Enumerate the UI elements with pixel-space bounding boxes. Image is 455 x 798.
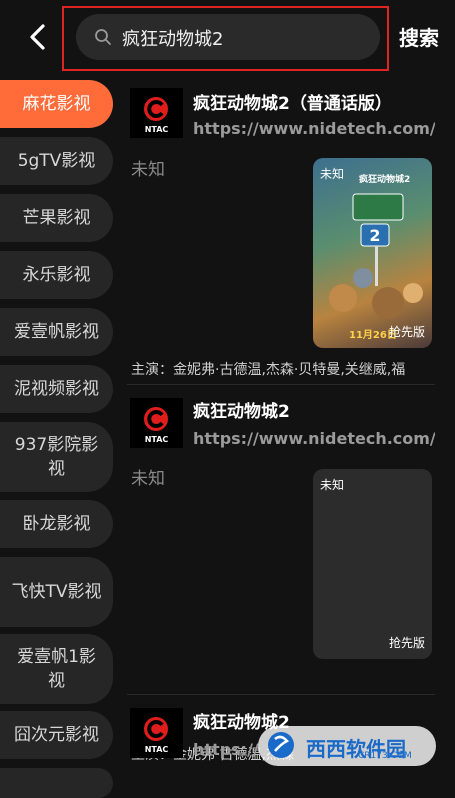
sidebar-item-937[interactable]: 937影院影视 [0,422,113,492]
poster-badge: 抢先版 [388,325,425,339]
search-button[interactable]: 搜索 [399,22,439,51]
sidebar-item-label: 囧次元影视 [14,725,99,745]
search-highlight-frame [62,6,389,71]
result-poster[interactable]: 2 未知 疯狂动物城2 11月26日 抢先版 [313,158,432,348]
sidebar-item-mahua[interactable]: 麻花影视 [0,80,113,128]
source-logo: NTAC [130,88,183,138]
result-url: https://www.nidetech.com/ [193,119,435,138]
result-divider [127,384,435,385]
sidebar-item-ni[interactable]: 泥视频影视 [0,365,113,413]
watermark-subtext: CR173.COM [358,751,412,761]
sidebar-item-label: 5gTV影视 [17,151,96,171]
result-divider [127,694,435,695]
sidebar-item-label: 泥视频影视 [14,379,99,399]
result-title: 疯狂动物城2 [193,402,290,422]
sidebar-item-feikuai[interactable]: 飞快TV影视 [0,557,113,627]
site-watermark: 西西软件园 CR173.COM [258,726,436,766]
result-year: 未知 [131,469,165,489]
result-url: https://www.nidetech.com/ [193,429,435,448]
logo-text: NTAC [144,435,169,444]
source-logo: NTAC [130,398,183,448]
sidebar-item-label: 爱壹帆影视 [14,322,99,342]
svg-text:2: 2 [369,226,380,245]
sidebar-item-iyf[interactable]: 爱壹帆影视 [0,308,113,356]
sidebar-item-wolong[interactable]: 卧龙影视 [0,500,113,548]
sidebar-item-jiong[interactable]: 囧次元影视 [0,711,113,759]
result-poster[interactable]: 未知 抢先版 [313,469,432,659]
logo-text: NTAC [144,125,169,134]
poster-tag: 未知 [320,478,345,492]
sidebar-item-label: 芒果影视 [22,208,91,228]
sidebar-item-label: 卧龙影视 [22,514,91,534]
result-cast: 主演：金妮弗·古德温,杰森·贝特曼,关继威,福 [131,362,406,378]
sidebar-item-mango[interactable]: 芒果影视 [0,194,113,242]
poster-badge: 抢先版 [388,636,425,650]
top-bar: 疯狂动物城2 搜索 [0,0,455,78]
sidebar-item-yongle[interactable]: 永乐影视 [0,251,113,299]
sidebar-item-label: 爱壹帆1影视 [17,647,96,691]
logo-text: NTAC [144,745,169,754]
sidebar-item-5gtv[interactable]: 5gTV影视 [0,137,113,185]
result-card[interactable]: NTAC 疯狂动物城2 https://www.nidetech.com/ 未知… [127,388,435,763]
poster-caption: 疯狂动物城2 [359,175,411,185]
sidebar-item-label: 永乐影视 [22,265,91,285]
poster-artwork: 2 [329,193,423,319]
ntac-logo-icon [144,717,168,741]
poster-tag: 未知 [320,167,345,181]
back-arrow-icon[interactable] [24,22,54,52]
search-results-list: NTAC 疯狂动物城2（普通话版） https://www.nidetech.c… [127,78,455,778]
ntac-logo-icon [144,97,168,121]
sidebar-item-label: 937影院影视 [14,435,99,479]
sidebar-item-label: 麻花影视 [22,94,91,114]
sidebar-item-label: 飞快TV影视 [11,582,102,602]
ntac-logo-icon [144,407,168,431]
result-year: 未知 [131,160,165,180]
sidebar-item-partial[interactable] [0,768,113,798]
result-card[interactable]: NTAC 疯狂动物城2（普通话版） https://www.nidetech.c… [127,78,435,378]
source-logo: NTAC [130,708,183,758]
result-title: 疯狂动物城2（普通话版） [193,94,392,114]
source-sidebar: 麻花影视 5gTV影视 芒果影视 永乐影视 爱壹帆影视 泥视频影视 937影院影… [0,78,118,798]
watermark-logo-icon [268,732,294,758]
sidebar-item-iyf1[interactable]: 爱壹帆1影视 [0,634,113,704]
